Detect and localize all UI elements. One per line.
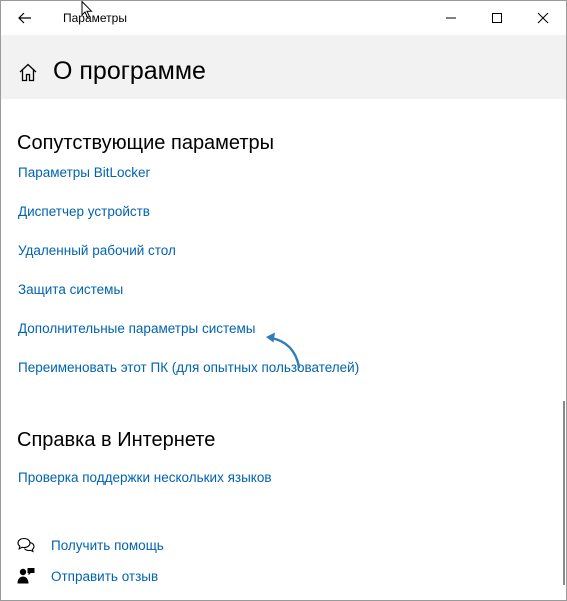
advanced-system-settings-link[interactable]: Дополнительные параметры системы bbox=[18, 321, 256, 336]
online-help-heading: Справка в Интернете bbox=[17, 429, 216, 451]
remote-desktop-link[interactable]: Удаленный рабочий стол bbox=[18, 243, 176, 258]
chat-help-icon bbox=[17, 537, 35, 553]
related-settings-heading: Сопутствующие параметры bbox=[17, 132, 275, 154]
window-title: Параметры bbox=[63, 11, 127, 25]
annotation-arrow bbox=[266, 332, 301, 369]
get-help-link[interactable]: Получить помощь bbox=[51, 538, 164, 553]
bitlocker-settings-link[interactable]: Параметры BitLocker bbox=[18, 165, 150, 180]
page-header: О программе bbox=[1, 35, 566, 99]
page-title: О программе bbox=[53, 57, 206, 85]
system-protection-link[interactable]: Защита системы bbox=[18, 282, 123, 297]
settings-window: Параметры О программе Сопутствующие пара… bbox=[0, 0, 567, 601]
device-manager-link[interactable]: Диспетчер устройств bbox=[18, 204, 150, 219]
close-icon bbox=[537, 12, 549, 24]
send-feedback-link[interactable]: Отправить отзыв bbox=[51, 569, 158, 584]
get-help-row[interactable]: Получить помощь bbox=[17, 534, 164, 556]
home-icon[interactable] bbox=[18, 63, 38, 82]
close-button[interactable] bbox=[520, 1, 566, 35]
back-button[interactable] bbox=[1, 1, 49, 35]
back-arrow-icon bbox=[18, 12, 31, 24]
maximize-icon bbox=[492, 13, 502, 23]
feedback-row[interactable]: Отправить отзыв bbox=[17, 565, 158, 587]
minimize-button[interactable] bbox=[428, 1, 474, 35]
minimize-icon bbox=[446, 17, 456, 19]
mouse-cursor-icon bbox=[81, 1, 93, 19]
feedback-person-icon bbox=[17, 568, 35, 584]
scrollbar-thumb[interactable] bbox=[563, 401, 565, 585]
language-support-link[interactable]: Проверка поддержки нескольких языков bbox=[18, 470, 272, 485]
rename-pc-link[interactable]: Переименовать этот ПК (для опытных польз… bbox=[18, 360, 359, 375]
maximize-button[interactable] bbox=[474, 1, 520, 35]
